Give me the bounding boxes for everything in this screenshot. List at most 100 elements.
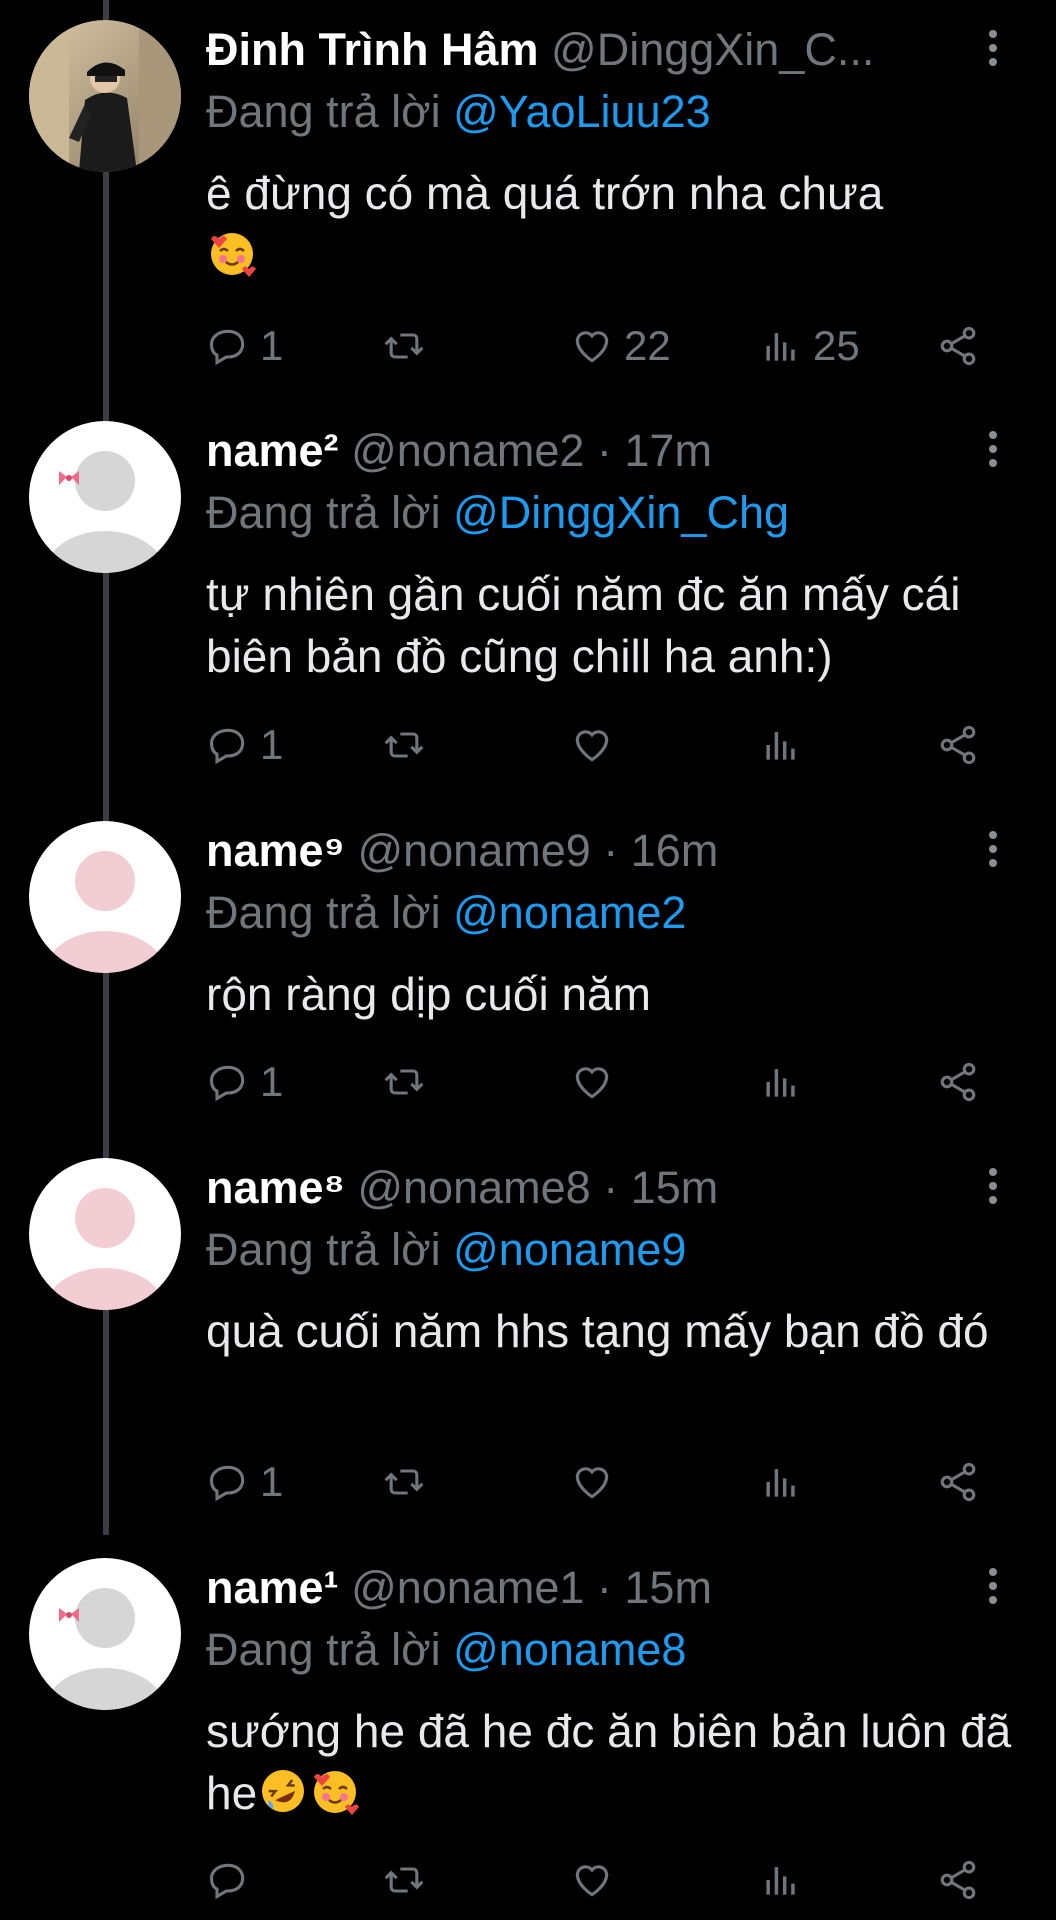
user-handle[interactable]: @noname9 — [357, 825, 590, 876]
tweet-text: rộn ràng dịp cuối năm — [206, 968, 651, 1020]
share-icon — [940, 326, 976, 366]
retweet-icon — [384, 1469, 424, 1495]
more-vertical-icon[interactable] — [980, 1564, 1006, 1614]
mention-link[interactable]: @noname2 — [453, 887, 686, 938]
display-name[interactable]: name⁹ — [206, 825, 345, 876]
more-vertical-icon[interactable] — [980, 427, 1006, 477]
more-vertical-icon[interactable] — [980, 827, 1006, 877]
like-button[interactable] — [570, 1850, 614, 1910]
tweet-actions: 1 — [206, 715, 1006, 775]
retweet-button[interactable] — [382, 1850, 426, 1910]
share-button[interactable] — [936, 1052, 980, 1112]
user-handle[interactable]: @noname2 — [351, 425, 584, 476]
replying-to: Đang trả lời @DinggXin_Chg — [206, 483, 789, 543]
retweet-button[interactable] — [382, 715, 426, 775]
like-button[interactable] — [570, 1052, 614, 1112]
views-button[interactable] — [759, 1850, 803, 1910]
views-button[interactable] — [759, 1052, 803, 1112]
views-button[interactable] — [759, 715, 803, 775]
tweet-text: tự nhiên gần cuối năm đc ăn mấy cái biên… — [206, 568, 961, 682]
replying-to: Đang trả lời @noname2 — [206, 883, 686, 943]
tweet-header: name⁸ @noname8 · 15m — [206, 1158, 966, 1218]
retweet-button[interactable] — [382, 1452, 426, 1512]
like-icon — [575, 1865, 609, 1897]
reply-icon — [209, 1065, 245, 1102]
views-count: 25 — [813, 322, 860, 369]
smiling-face-with-hearts-emoji — [309, 1765, 361, 1817]
retweet-icon — [384, 1867, 424, 1893]
like-button[interactable] — [570, 1452, 614, 1512]
views-icon — [766, 333, 795, 361]
avatar[interactable] — [29, 1558, 181, 1710]
reply-button[interactable] — [206, 1850, 250, 1910]
avatar[interactable] — [29, 421, 181, 573]
share-icon — [940, 725, 976, 765]
reply-icon — [209, 1465, 245, 1502]
avatar[interactable] — [29, 821, 181, 973]
tweet-text: sướng he đã he đc ăn biên bản luôn đã he — [206, 1700, 1036, 1824]
avatar[interactable] — [29, 20, 181, 172]
share-button[interactable] — [936, 715, 980, 775]
mention-link[interactable]: @noname9 — [453, 1224, 686, 1275]
more-vertical-icon[interactable] — [980, 1164, 1006, 1214]
replying-label: Đang trả lời — [206, 1224, 441, 1275]
like-icon — [575, 1067, 609, 1099]
like-button[interactable]: 22 — [570, 316, 671, 376]
retweet-button[interactable] — [382, 1052, 426, 1112]
tweet-header: name⁹ @noname9 · 16m — [206, 821, 966, 881]
replying-label: Đang trả lời — [206, 487, 441, 538]
tweet-header: name¹ @noname1 · 15m — [206, 1558, 966, 1618]
avatar[interactable] — [29, 1158, 181, 1310]
like-count: 22 — [624, 322, 671, 369]
like-icon — [575, 730, 609, 762]
share-button[interactable] — [936, 1850, 980, 1910]
reply-button[interactable]: 1 — [206, 1052, 283, 1112]
reply-button[interactable]: 1 — [206, 1452, 283, 1512]
reply-button[interactable]: 1 — [206, 316, 283, 376]
reply-count: 1 — [260, 322, 284, 369]
replying-to: Đang trả lời @noname8 — [206, 1620, 686, 1680]
reply-count: 1 — [260, 1458, 284, 1505]
share-icon — [940, 1860, 976, 1900]
mention-link[interactable]: @DinggXin_Chg — [453, 487, 789, 538]
timestamp[interactable]: · 17m — [597, 425, 712, 476]
tweet-text: ê đừng có mà quá trớn nha chưa — [206, 162, 1036, 286]
rolling-on-floor-laughing-emoji — [257, 1765, 309, 1817]
replying-to: Đang trả lời @noname9 — [206, 1220, 686, 1280]
share-button[interactable] — [936, 1452, 980, 1512]
user-handle[interactable]: @noname1 — [351, 1562, 584, 1613]
timestamp[interactable]: · 15m — [597, 1562, 712, 1613]
more-vertical-icon[interactable] — [980, 26, 1006, 76]
mention-link[interactable]: @noname8 — [453, 1624, 686, 1675]
reply-icon — [209, 1863, 245, 1900]
like-icon — [575, 331, 609, 363]
retweet-button[interactable] — [382, 316, 426, 376]
views-icon — [766, 1469, 795, 1497]
reply-count: 1 — [260, 1058, 284, 1105]
tweet-text: quà cuối năm hhs tạng mấy bạn đồ đó — [206, 1305, 989, 1357]
timestamp[interactable]: · 15m — [603, 1162, 718, 1213]
user-handle[interactable]: @DinggXin_C... — [551, 24, 874, 75]
views-button[interactable]: 25 — [759, 316, 860, 376]
display-name[interactable]: name² — [206, 425, 339, 476]
like-button[interactable] — [570, 715, 614, 775]
tweet-actions: 1 — [206, 1452, 1006, 1512]
display-name[interactable]: Đinh Trình Hâm — [206, 24, 539, 75]
mention-link[interactable]: @YaoLiuu23 — [453, 86, 711, 137]
user-handle[interactable]: @noname8 — [357, 1162, 590, 1213]
views-icon — [766, 1867, 795, 1895]
share-button[interactable] — [936, 316, 980, 376]
reply-button[interactable]: 1 — [206, 715, 283, 775]
share-icon — [940, 1062, 976, 1102]
display-name[interactable]: name¹ — [206, 1562, 339, 1613]
smiling-face-with-hearts-emoji — [206, 227, 258, 279]
replying-to: Đang trả lời @YaoLiuu23 — [206, 82, 711, 142]
replying-label: Đang trả lời — [206, 1624, 441, 1675]
retweet-icon — [384, 732, 424, 758]
views-button[interactable] — [759, 1452, 803, 1512]
display-name[interactable]: name⁸ — [206, 1162, 345, 1213]
retweet-icon — [384, 333, 424, 359]
reply-count: 1 — [260, 721, 284, 768]
replying-label: Đang trả lời — [206, 887, 441, 938]
timestamp[interactable]: · 16m — [603, 825, 718, 876]
